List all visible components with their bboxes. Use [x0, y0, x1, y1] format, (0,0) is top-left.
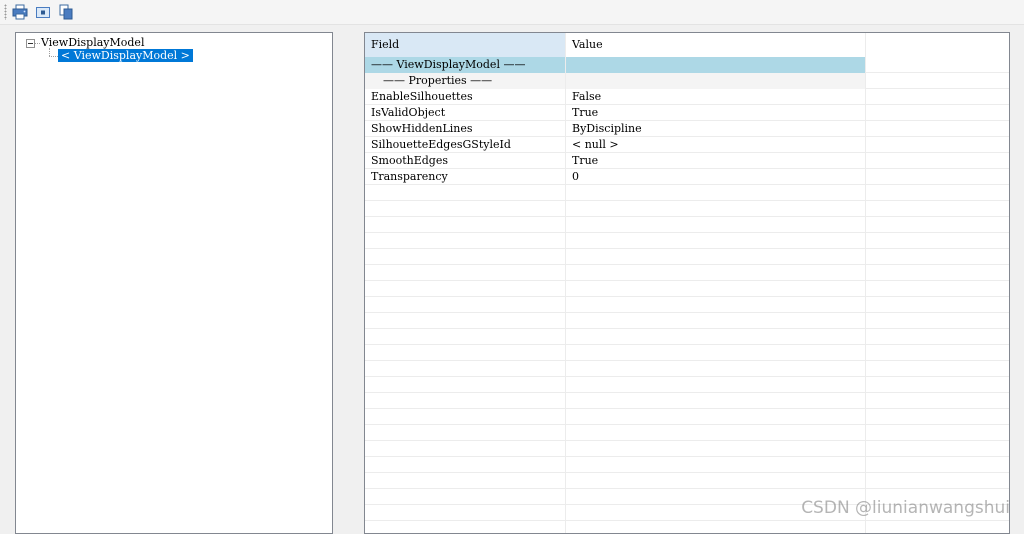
- tree-panel[interactable]: ViewDisplayModel < ViewDisplayModel >: [15, 32, 333, 534]
- field-cell[interactable]: EnableSilhouettes: [365, 89, 566, 105]
- table-row[interactable]: Transparency0: [365, 169, 1009, 185]
- copy-button[interactable]: [57, 3, 75, 21]
- print-button[interactable]: [11, 3, 29, 21]
- collapse-toggle-icon[interactable]: [26, 39, 35, 48]
- section-title: —— ViewDisplayModel ——: [365, 57, 566, 73]
- tree-connector: [49, 48, 50, 56]
- field-cell[interactable]: ShowHiddenLines: [365, 121, 566, 137]
- table-row[interactable]: EnableSilhouettesFalse: [365, 89, 1009, 105]
- tree-root-label: ViewDisplayModel: [41, 36, 144, 49]
- value-cell[interactable]: True: [566, 105, 866, 121]
- empty-column-header: [866, 33, 1009, 57]
- empty-row: [365, 345, 1009, 361]
- property-grid[interactable]: Field Value —— ViewDisplayModel —— —— Pr…: [364, 32, 1010, 534]
- empty-row: [365, 441, 1009, 457]
- grid-header: Field Value: [365, 33, 1009, 57]
- empty-row: [365, 217, 1009, 233]
- empty-row: [365, 233, 1009, 249]
- empty-row: [365, 393, 1009, 409]
- value-cell[interactable]: ByDiscipline: [566, 121, 866, 137]
- empty-row: [365, 473, 1009, 489]
- field-column-header[interactable]: Field: [365, 33, 566, 57]
- table-row[interactable]: ShowHiddenLinesByDiscipline: [365, 121, 1009, 137]
- tree-connector: [35, 43, 40, 44]
- value-cell[interactable]: False: [566, 89, 866, 105]
- empty-row: [365, 265, 1009, 281]
- section-value: [566, 57, 866, 73]
- value-column-header[interactable]: Value: [566, 33, 866, 57]
- empty-cell: [866, 169, 1009, 185]
- toolbar: [0, 0, 1024, 25]
- empty-row: [365, 185, 1009, 201]
- tree-connector: [49, 56, 58, 57]
- empty-cell: [866, 105, 1009, 121]
- empty-cell: [866, 89, 1009, 105]
- print-icon: [12, 4, 28, 20]
- tree-root-node[interactable]: ViewDisplayModel: [41, 36, 144, 49]
- field-cell[interactable]: IsValidObject: [365, 105, 566, 121]
- empty-row: [365, 377, 1009, 393]
- empty-cell: [866, 153, 1009, 169]
- snoop-button[interactable]: [34, 3, 52, 21]
- toolbar-grip[interactable]: [4, 4, 7, 20]
- value-cell[interactable]: 0: [566, 169, 866, 185]
- empty-row: [365, 201, 1009, 217]
- field-cell[interactable]: SmoothEdges: [365, 153, 566, 169]
- empty-row: [365, 361, 1009, 377]
- empty-cell: [866, 137, 1009, 153]
- section-header-row[interactable]: —— ViewDisplayModel ——: [365, 57, 1009, 73]
- snoop-icon: [35, 4, 51, 20]
- empty-row: [365, 425, 1009, 441]
- empty-row: [365, 409, 1009, 425]
- watermark: CSDN @liunianwangshui: [801, 498, 1010, 518]
- empty-row: [365, 329, 1009, 345]
- empty-cell: [866, 121, 1009, 137]
- empty-row: [365, 281, 1009, 297]
- empty-row: [365, 297, 1009, 313]
- tree-child-node[interactable]: < ViewDisplayModel >: [58, 49, 193, 62]
- tree-child-label: < ViewDisplayModel >: [58, 49, 193, 62]
- table-row[interactable]: SilhouetteEdgesGStyleId< null >: [365, 137, 1009, 153]
- empty-row: [365, 313, 1009, 329]
- empty-row: [365, 457, 1009, 473]
- table-row[interactable]: SmoothEdgesTrue: [365, 153, 1009, 169]
- table-row[interactable]: IsValidObjectTrue: [365, 105, 1009, 121]
- subsection-header-row[interactable]: —— Properties ——: [365, 73, 1009, 89]
- copy-icon: [58, 4, 74, 20]
- empty-row: [365, 249, 1009, 265]
- subsection-value: [566, 73, 866, 89]
- value-cell[interactable]: < null >: [566, 137, 866, 153]
- field-cell[interactable]: Transparency: [365, 169, 566, 185]
- subsection-title: —— Properties ——: [365, 73, 566, 89]
- field-cell[interactable]: SilhouetteEdgesGStyleId: [365, 137, 566, 153]
- value-cell[interactable]: True: [566, 153, 866, 169]
